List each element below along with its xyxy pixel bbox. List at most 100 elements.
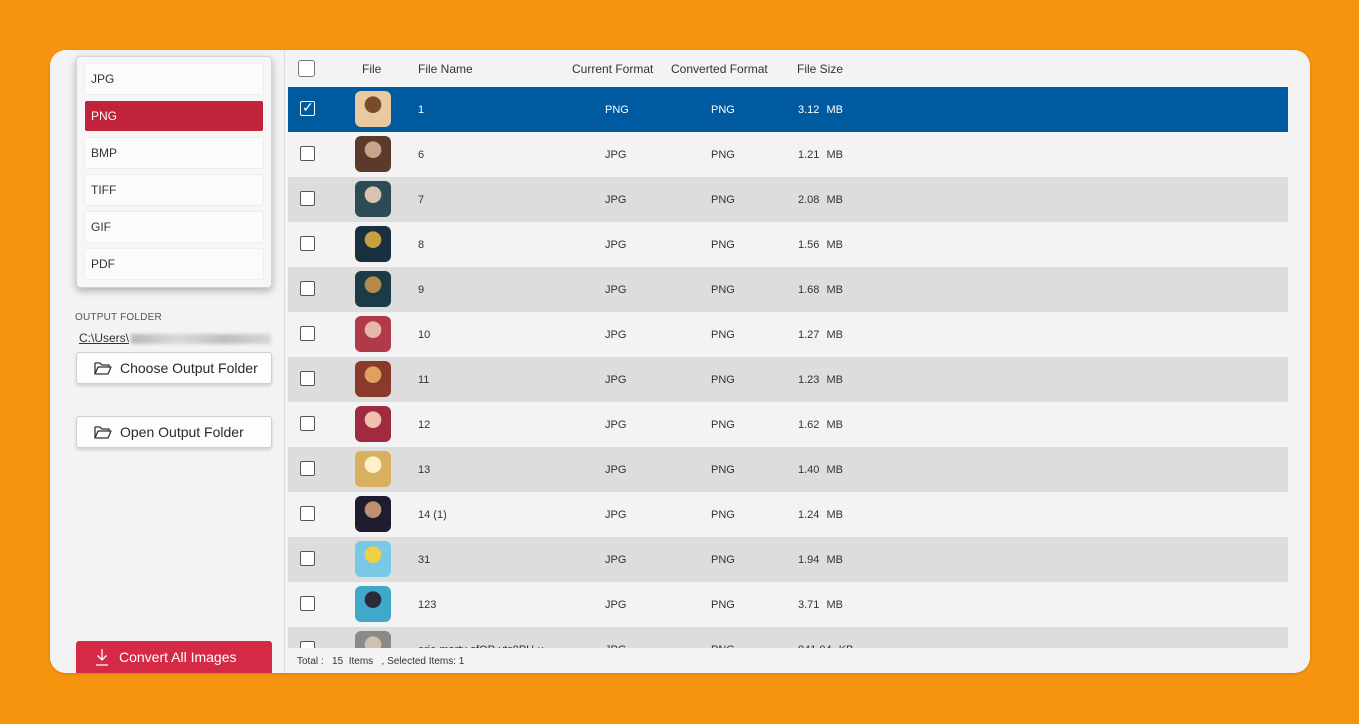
blurred-path — [131, 333, 272, 344]
download-icon — [96, 649, 108, 666]
row-checkbox[interactable] — [300, 596, 315, 611]
row-checkbox[interactable] — [300, 146, 315, 161]
file-size-cell: 1.23 MB — [798, 374, 843, 386]
format-option-png[interactable]: PNG — [85, 101, 263, 131]
file-name-cell: 1 — [418, 104, 425, 116]
table-row[interactable]: 7 JPG PNG 2.08 MB — [288, 177, 1288, 222]
format-option-bmp[interactable]: BMP — [85, 138, 263, 168]
output-folder-label: OUTPUT FOLDER — [75, 312, 162, 323]
table-row[interactable]: ✓ 1 PNG PNG 3.12 MB — [288, 87, 1288, 132]
image-thumbnail — [355, 271, 391, 307]
current-format-cell: JPG — [605, 554, 627, 566]
table-row[interactable]: 31 JPG PNG 1.94 MB — [288, 537, 1288, 582]
header-file-name[interactable]: File Name — [418, 62, 473, 76]
sidebar: JPG PNG BMP TIFF GIF PDF OUTPUT FOLDER C… — [50, 50, 285, 673]
file-size-cell: 1.24 MB — [798, 509, 843, 521]
file-name-cell: 10 — [418, 329, 431, 341]
file-name-cell: 123 — [418, 599, 437, 611]
table-row[interactable]: 13 JPG PNG 1.40 MB — [288, 447, 1288, 492]
folder-open-icon — [94, 425, 112, 439]
row-checkbox[interactable] — [300, 551, 315, 566]
file-name-cell: eric-marty-sfOP-vts9PH-u — [418, 644, 544, 648]
file-size-cell: 1.27 MB — [798, 329, 843, 341]
current-format-cell: JPG — [605, 194, 627, 206]
image-thumbnail — [355, 541, 391, 577]
converted-format-cell: PNG — [711, 149, 735, 161]
output-folder-path-text: C:\Users\ — [79, 331, 130, 345]
total-count: 15 — [332, 656, 344, 667]
converted-format-cell: PNG — [711, 104, 735, 116]
current-format-cell: JPG — [605, 464, 627, 476]
file-name-cell: 9 — [418, 284, 425, 296]
format-option-pdf[interactable]: PDF — [85, 249, 263, 279]
image-thumbnail — [355, 631, 391, 648]
table-row[interactable]: 10 JPG PNG 1.27 MB — [288, 312, 1288, 357]
table-row[interactable]: 6 JPG PNG 1.21 MB — [288, 132, 1288, 177]
header-file-size[interactable]: File Size — [797, 62, 843, 76]
convert-all-images-button[interactable]: Convert All Images — [76, 641, 272, 673]
image-thumbnail — [355, 496, 391, 532]
row-checkbox[interactable] — [300, 506, 315, 521]
current-format-cell: JPG — [605, 149, 627, 161]
file-size-cell: 1.40 MB — [798, 464, 843, 476]
converted-format-cell: PNG — [711, 464, 735, 476]
image-thumbnail — [355, 91, 391, 127]
header-file[interactable]: File — [362, 62, 381, 76]
file-size-cell: 2.08 MB — [798, 194, 843, 206]
converted-format-cell: PNG — [711, 194, 735, 206]
image-thumbnail — [355, 136, 391, 172]
converted-format-cell: PNG — [711, 239, 735, 251]
table-row[interactable]: 11 JPG PNG 1.23 MB — [288, 357, 1288, 402]
converted-format-cell: PNG — [711, 374, 735, 386]
converted-format-cell: PNG — [711, 599, 735, 611]
header-current-format[interactable]: Current Format — [572, 62, 653, 76]
converted-format-cell: PNG — [711, 329, 735, 341]
image-thumbnail — [355, 451, 391, 487]
row-checkbox[interactable] — [300, 236, 315, 251]
total-label: Total : — [297, 656, 324, 667]
file-size-cell: 3.71 MB — [798, 599, 843, 611]
current-format-cell: JPG — [605, 284, 627, 296]
header-converted-format[interactable]: Converted Format — [671, 62, 768, 76]
converted-format-cell: PNG — [711, 509, 735, 521]
table-header: File File Name Current Format Converted … — [288, 50, 1288, 87]
selected-items: , Selected Items: 1 — [381, 656, 465, 667]
output-folder-path[interactable]: C:\Users\ — [79, 331, 272, 345]
table-row[interactable]: 8 JPG PNG 1.56 MB — [288, 222, 1288, 267]
file-size-cell: 841.04 KB — [798, 644, 853, 648]
check-icon: ✓ — [302, 99, 314, 115]
row-checkbox[interactable] — [300, 461, 315, 476]
table-row[interactable]: 12 JPG PNG 1.62 MB — [288, 402, 1288, 447]
row-checkbox[interactable] — [300, 281, 315, 296]
file-table: File File Name Current Format Converted … — [288, 50, 1288, 648]
row-checkbox[interactable] — [300, 416, 315, 431]
format-option-gif[interactable]: GIF — [85, 212, 263, 242]
app-window: JPG PNG BMP TIFF GIF PDF OUTPUT FOLDER C… — [50, 50, 1310, 673]
file-size-cell: 1.56 MB — [798, 239, 843, 251]
table-row[interactable]: eric-marty-sfOP-vts9PH-u JPG PNG 841.04 KB — [288, 627, 1288, 648]
file-size-cell: 1.68 MB — [798, 284, 843, 296]
row-checkbox[interactable] — [300, 326, 315, 341]
folder-open-icon — [94, 361, 112, 375]
convert-all-images-label: Convert All Images — [119, 649, 237, 665]
row-checkbox[interactable] — [300, 641, 315, 648]
open-output-folder-button[interactable]: Open Output Folder — [76, 416, 272, 448]
converted-format-cell: PNG — [711, 284, 735, 296]
current-format-cell: JPG — [605, 644, 626, 648]
converted-format-cell: PNG — [711, 554, 735, 566]
current-format-cell: JPG — [605, 419, 627, 431]
format-option-jpg[interactable]: JPG — [85, 64, 263, 94]
current-format-cell: JPG — [605, 599, 627, 611]
choose-output-folder-button[interactable]: Choose Output Folder — [76, 352, 272, 384]
current-format-cell: JPG — [605, 509, 627, 521]
format-option-tiff[interactable]: TIFF — [85, 175, 263, 205]
table-row[interactable]: 123 JPG PNG 3.71 MB — [288, 582, 1288, 627]
status-footer: Total : 15 Items , Selected Items: 1 — [297, 656, 464, 667]
select-all-checkbox[interactable] — [298, 60, 315, 77]
image-thumbnail — [355, 316, 391, 352]
current-format-cell: JPG — [605, 329, 627, 341]
row-checkbox[interactable] — [300, 191, 315, 206]
table-row[interactable]: 14 (1) JPG PNG 1.24 MB — [288, 492, 1288, 537]
table-row[interactable]: 9 JPG PNG 1.68 MB — [288, 267, 1288, 312]
row-checkbox[interactable] — [300, 371, 315, 386]
